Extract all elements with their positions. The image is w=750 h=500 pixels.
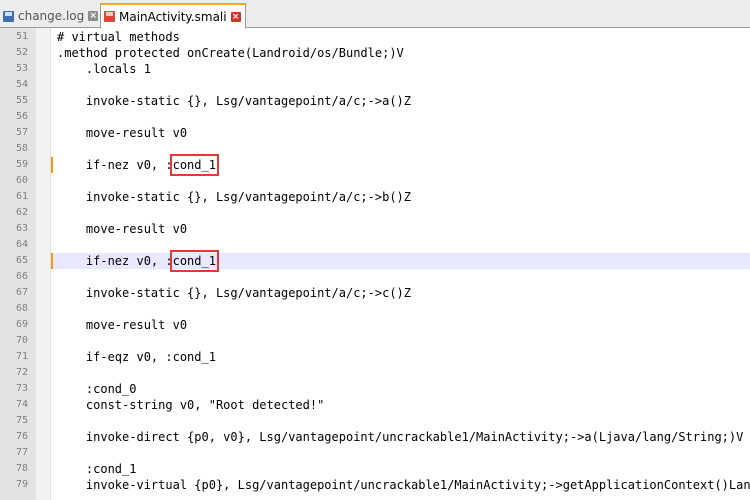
line-number: 59 (15, 159, 28, 170)
line-number: 74 (15, 399, 28, 410)
code-text[interactable]: move-result v0 (53, 317, 750, 333)
code-line[interactable]: 79 invoke-virtual {p0}, Lsg/vantagepoint… (0, 477, 750, 493)
annotation-box (169, 154, 220, 176)
line-number: 69 (15, 319, 28, 330)
code-line[interactable]: 58 (0, 141, 750, 157)
line-number: 56 (15, 111, 28, 122)
line-number: 54 (15, 79, 28, 90)
code-text[interactable]: move-result v0 (53, 125, 750, 141)
code-text[interactable] (53, 141, 750, 157)
tab-bar: change.log × MainActivity.smali × (0, 0, 750, 29)
code-line[interactable]: 68 (0, 301, 750, 317)
code-line[interactable]: 59 if-nez v0, :cond_1 (0, 157, 750, 173)
code-text[interactable] (53, 269, 750, 285)
save-icon (104, 11, 115, 22)
close-icon[interactable]: × (88, 11, 99, 21)
code-line[interactable]: 66 (0, 269, 750, 285)
code-text[interactable] (53, 413, 750, 429)
code-text[interactable]: if-nez v0, :cond_1 (53, 253, 750, 269)
code-text[interactable]: const-string v0, "Root detected!" (53, 397, 750, 413)
code-line[interactable]: 67 invoke-static {}, Lsg/vantagepoint/a/… (0, 285, 750, 301)
code-line[interactable]: 55 invoke-static {}, Lsg/vantagepoint/a/… (0, 93, 750, 109)
line-number: 57 (15, 127, 28, 138)
code-line[interactable]: 65 if-nez v0, :cond_1 (0, 253, 750, 269)
code-line[interactable]: 56 (0, 109, 750, 125)
code-line[interactable]: 63 move-result v0 (0, 221, 750, 237)
line-number: 66 (15, 271, 28, 282)
code-text[interactable]: .locals 1 (53, 61, 750, 77)
code-line[interactable]: 76 invoke-direct {p0, v0}, Lsg/vantagepo… (0, 429, 750, 445)
close-icon[interactable]: × (230, 11, 241, 22)
code-line[interactable]: 72 (0, 365, 750, 381)
line-number: 68 (15, 303, 28, 314)
tab-mainactivity-smali[interactable]: MainActivity.smali × (100, 3, 246, 29)
code-text[interactable] (53, 237, 750, 253)
code-text[interactable] (53, 301, 750, 317)
code-text[interactable] (53, 365, 750, 381)
code-text[interactable] (53, 333, 750, 349)
tab-change-log[interactable]: change.log × (0, 4, 100, 28)
code-text[interactable] (53, 445, 750, 461)
code-line[interactable]: 61 invoke-static {}, Lsg/vantagepoint/a/… (0, 189, 750, 205)
code-text[interactable]: :cond_1 (53, 461, 750, 477)
code-editor[interactable]: 51 # virtual methods 52 .method protected o… (0, 28, 750, 500)
code-line[interactable]: 73 :cond_0 (0, 381, 750, 397)
line-number: 73 (15, 383, 28, 394)
line-number: 65 (15, 255, 28, 266)
line-number: 75 (15, 415, 28, 426)
code-text[interactable]: invoke-static {}, Lsg/vantagepoint/a/c;-… (53, 189, 750, 205)
code-line[interactable]: 62 (0, 205, 750, 221)
code-text[interactable] (53, 205, 750, 221)
code-text[interactable]: if-nez v0, :cond_1 (53, 157, 750, 173)
line-number: 62 (15, 207, 28, 218)
save-icon (3, 10, 14, 22)
tab-label: change.log (18, 9, 85, 23)
code-text[interactable]: invoke-static {}, Lsg/vantagepoint/a/c;-… (53, 93, 750, 109)
line-number: 72 (15, 367, 28, 378)
line-number: 77 (15, 447, 28, 458)
line-number: 51 (15, 31, 28, 42)
code-text[interactable]: invoke-virtual {p0}, Lsg/vantagepoint/un… (53, 477, 750, 493)
code-line[interactable]: 57 move-result v0 (0, 125, 750, 141)
code-text[interactable]: :cond_0 (53, 381, 750, 397)
code-line[interactable]: 75 (0, 413, 750, 429)
line-number: 53 (15, 63, 28, 74)
code-text[interactable] (53, 77, 750, 93)
code-text[interactable]: if-eqz v0, :cond_1 (53, 349, 750, 365)
code-line[interactable]: 78 :cond_1 (0, 461, 750, 477)
code-text[interactable]: invoke-direct {p0, v0}, Lsg/vantagepoint… (53, 429, 750, 445)
line-number: 63 (15, 223, 28, 234)
code-text[interactable]: move-result v0 (53, 221, 750, 237)
line-number: 78 (15, 463, 28, 474)
line-number: 67 (15, 287, 28, 298)
code-line[interactable]: 77 (0, 445, 750, 461)
annotation-box (169, 250, 220, 272)
line-number: 58 (15, 143, 28, 154)
code-text[interactable] (53, 109, 750, 125)
line-number: 55 (15, 95, 28, 106)
code-line[interactable]: 70 (0, 333, 750, 349)
code-line[interactable]: 53 .locals 1 (0, 61, 750, 77)
code-line[interactable]: 51 # virtual methods (0, 29, 750, 45)
code-text[interactable]: .method protected onCreate(Landroid/os/B… (53, 45, 750, 61)
code-line[interactable]: 71 if-eqz v0, :cond_1 (0, 349, 750, 365)
line-number: 76 (15, 431, 28, 442)
code-text[interactable] (53, 173, 750, 189)
code-line[interactable]: 74 const-string v0, "Root detected!" (0, 397, 750, 413)
code-text[interactable]: # virtual methods (53, 29, 750, 45)
code-line[interactable]: 52 .method protected onCreate(Landroid/os… (0, 45, 750, 61)
tab-label: MainActivity.smali (119, 9, 227, 24)
code-line[interactable]: 69 move-result v0 (0, 317, 750, 333)
line-number: 64 (15, 239, 28, 250)
line-number: 79 (15, 479, 28, 490)
code-line[interactable]: 54 (0, 77, 750, 93)
line-number: 52 (15, 47, 28, 58)
code-line[interactable]: 60 (0, 173, 750, 189)
line-number: 60 (15, 175, 28, 186)
line-number: 61 (15, 191, 28, 202)
line-number: 71 (15, 351, 28, 362)
code-line[interactable]: 64 (0, 237, 750, 253)
line-number: 70 (15, 335, 28, 346)
code-text[interactable]: invoke-static {}, Lsg/vantagepoint/a/c;-… (53, 285, 750, 301)
